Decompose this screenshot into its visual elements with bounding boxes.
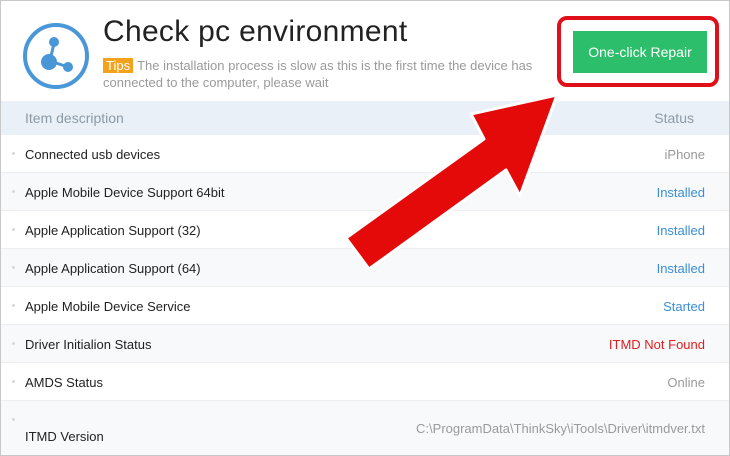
row-description: AMDS Status xyxy=(25,375,104,390)
bullet-icon xyxy=(12,228,15,231)
row-status: ITMD Not Found xyxy=(608,337,705,352)
table-row: Connected usb devices iPhone xyxy=(1,135,729,173)
row-description: Driver Initialion Status xyxy=(25,337,152,352)
column-header-status: Status xyxy=(654,110,694,126)
row-description: Connected usb devices xyxy=(25,147,161,162)
bullet-icon xyxy=(12,380,15,383)
bullet-icon xyxy=(12,304,15,307)
tips-badge: Tips xyxy=(103,58,134,73)
share-network-icon xyxy=(23,23,89,89)
table-row: ITMD Version C:\ProgramData\ThinkSky\iTo… xyxy=(1,401,729,455)
row-status: Installed xyxy=(656,261,705,276)
bullet-icon xyxy=(12,266,15,269)
row-status: iPhone xyxy=(664,147,705,162)
table-row: Apple Mobile Device Support 64bit Instal… xyxy=(1,173,729,211)
table-row: AMDS Status Online xyxy=(1,363,729,401)
row-status: Installed xyxy=(656,223,705,238)
row-description: Apple Mobile Device Service xyxy=(25,299,191,314)
table-row: Driver Initialion Status ITMD Not Found xyxy=(1,325,729,363)
column-header-description: Item description xyxy=(25,110,124,126)
table-row: Apple Application Support (64) Installed xyxy=(1,249,729,287)
one-click-repair-button[interactable]: One-click Repair xyxy=(573,31,707,73)
bullet-icon xyxy=(12,190,15,193)
table-row: Apple Application Support (32) Installed xyxy=(1,211,729,249)
row-description: ITMD Version xyxy=(25,429,104,444)
row-description: Apple Application Support (64) xyxy=(25,261,201,276)
table-header: Item description Status xyxy=(1,101,729,135)
bullet-icon xyxy=(12,342,15,345)
table-row: Apple Mobile Device Service Started xyxy=(1,287,729,325)
tips-text: The installation process is slow as this… xyxy=(103,58,533,90)
tips-message: Tips The installation process is slow as … xyxy=(103,57,565,91)
row-status: Installed xyxy=(656,185,705,200)
environment-table: Item description Status Connected usb de… xyxy=(1,101,729,455)
row-description: Apple Application Support (32) xyxy=(25,223,201,238)
row-status: C:\ProgramData\ThinkSky\iTools\Driver\it… xyxy=(416,421,705,436)
row-status: Started xyxy=(663,299,705,314)
row-status: Online xyxy=(667,375,705,390)
row-description: Apple Mobile Device Support 64bit xyxy=(25,185,225,200)
app-window: Check pc environment Tips The installatio… xyxy=(0,0,730,456)
bullet-icon xyxy=(12,152,15,155)
page-title: Check pc environment xyxy=(103,15,408,48)
bullet-icon xyxy=(12,418,15,421)
